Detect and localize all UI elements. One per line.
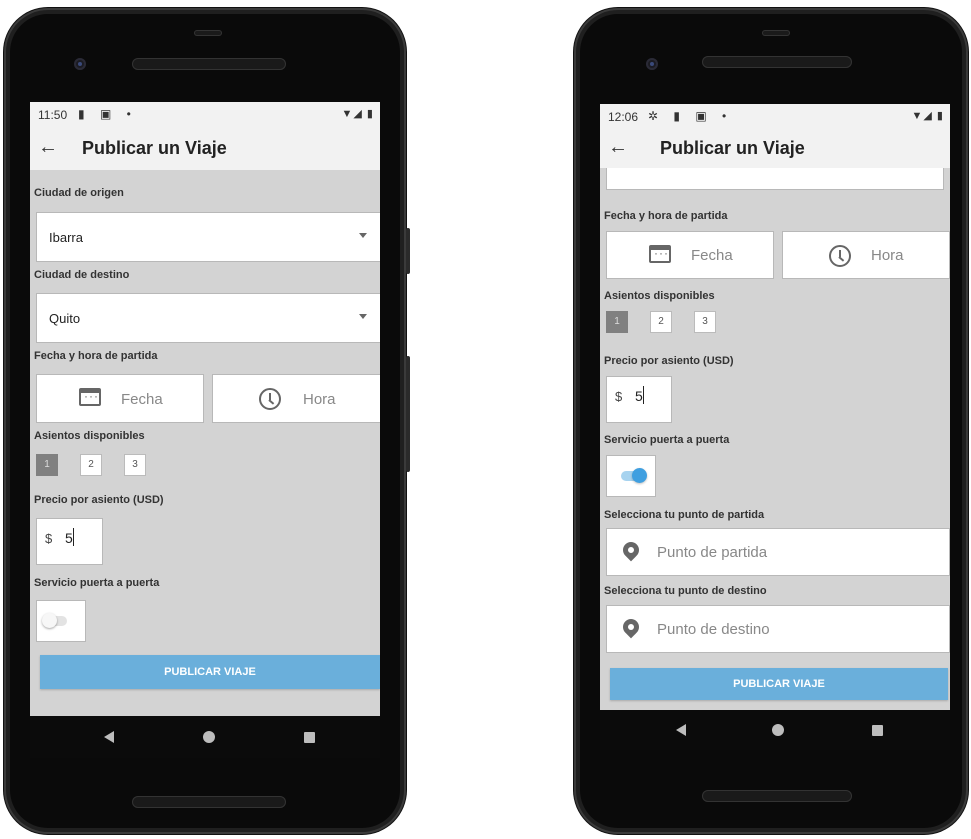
- power-button[interactable]: [406, 228, 410, 274]
- notification-icons: ✲ ▮ ▣ •: [648, 109, 733, 123]
- status-time: 11:50: [38, 108, 68, 122]
- location-pin-icon: [619, 538, 643, 562]
- door-service-label: Servicio puerta a puerta: [604, 434, 730, 446]
- volume-button[interactable]: [406, 356, 410, 472]
- end-point-label: Selecciona tu punto de destino: [604, 585, 767, 597]
- bottom-speaker: [132, 796, 286, 808]
- location-pin-icon: [619, 615, 643, 639]
- time-button-label: Hora: [303, 391, 336, 408]
- destination-label: Ciudad de destino: [34, 269, 130, 281]
- currency-symbol: $: [615, 389, 623, 404]
- signal-battery-icons: ▼◢ ▮: [341, 108, 374, 120]
- right-navigation-bar: [600, 710, 950, 750]
- right-screen: 12:06 ✲ ▮ ▣ • ▼◢ ▮ ← Publicar un Viaje F…: [600, 104, 950, 710]
- nav-recents-icon[interactable]: [872, 725, 883, 736]
- destination-select[interactable]: Quito: [36, 293, 380, 343]
- top-notch: [194, 30, 222, 36]
- calendar-icon: [649, 245, 671, 263]
- bottom-speaker: [702, 790, 852, 802]
- seats-label: Asientos disponibles: [604, 290, 715, 302]
- price-input[interactable]: $ 5: [606, 376, 672, 423]
- date-button[interactable]: Fecha: [606, 231, 774, 279]
- destination-value: Quito: [49, 311, 81, 326]
- left-screen: 11:50 ▮ ▣ • ▼◢ ▮ ← Publicar un Viaje Ciu…: [30, 102, 380, 716]
- app-bar: ← Publicar un Viaje: [600, 130, 950, 168]
- seat-option-1[interactable]: 1: [606, 311, 628, 333]
- earpiece-speaker: [132, 58, 286, 70]
- seat-option-1[interactable]: 1: [36, 454, 58, 476]
- origin-select[interactable]: Ibarra: [36, 212, 380, 262]
- clock-icon: [829, 245, 851, 267]
- text-cursor: [73, 528, 74, 546]
- price-input[interactable]: $ 5: [36, 518, 103, 565]
- price-value: 5: [635, 388, 643, 404]
- left-phone: 11:50 ▮ ▣ • ▼◢ ▮ ← Publicar un Viaje Ciu…: [4, 8, 410, 834]
- time-button[interactable]: Hora: [212, 374, 380, 423]
- clock-icon: [259, 388, 281, 410]
- seat-option-3[interactable]: 3: [124, 454, 146, 476]
- start-point-label: Selecciona tu punto de partida: [604, 509, 765, 521]
- seat-option-3[interactable]: 3: [694, 311, 716, 333]
- notification-icons: ▮ ▣ •: [78, 107, 137, 121]
- time-button-label: Hora: [871, 247, 904, 264]
- time-button[interactable]: Hora: [782, 231, 950, 279]
- nav-recents-icon[interactable]: [304, 732, 315, 743]
- status-bar: 12:06 ✲ ▮ ▣ • ▼◢ ▮: [600, 104, 950, 130]
- left-navigation-bar: [30, 716, 380, 758]
- dropdown-caret-icon: [359, 233, 367, 238]
- front-camera-icon: [74, 58, 86, 70]
- price-label: Precio por asiento (USD): [34, 494, 164, 506]
- status-time: 12:06: [608, 110, 639, 124]
- datetime-label: Fecha y hora de partida: [604, 210, 728, 222]
- nav-back-icon[interactable]: [676, 724, 686, 736]
- price-label: Precio por asiento (USD): [604, 355, 734, 367]
- scrolled-field-fragment[interactable]: [606, 166, 944, 190]
- origin-label: Ciudad de origen: [34, 187, 124, 199]
- door-service-label: Servicio puerta a puerta: [34, 577, 160, 589]
- nav-home-icon[interactable]: [203, 731, 215, 743]
- publish-button[interactable]: PUBLICAR VIAJE: [40, 655, 380, 689]
- signal-battery-icons: ▼◢ ▮: [911, 110, 944, 122]
- top-notch: [762, 30, 790, 36]
- start-point-field[interactable]: Punto de partida: [606, 528, 950, 576]
- app-bar: ← Publicar un Viaje: [30, 128, 380, 170]
- toggle-knob[interactable]: [632, 468, 647, 483]
- page-title: Publicar un Viaje: [660, 138, 805, 158]
- publish-button[interactable]: PUBLICAR VIAJE: [610, 668, 948, 700]
- front-camera-icon: [646, 58, 658, 70]
- earpiece-speaker: [702, 56, 852, 68]
- dropdown-caret-icon: [359, 314, 367, 319]
- door-service-toggle-box[interactable]: [36, 600, 86, 642]
- back-arrow-icon[interactable]: ←: [608, 136, 628, 159]
- toggle-knob[interactable]: [42, 613, 57, 628]
- nav-back-icon[interactable]: [104, 731, 114, 743]
- page-title: Publicar un Viaje: [82, 138, 227, 158]
- end-point-placeholder: Punto de destino: [657, 621, 770, 638]
- date-button-label: Fecha: [121, 391, 163, 408]
- seat-option-2[interactable]: 2: [80, 454, 102, 476]
- currency-symbol: $: [45, 531, 53, 546]
- start-point-placeholder: Punto de partida: [657, 544, 768, 561]
- seats-label: Asientos disponibles: [34, 430, 145, 442]
- door-service-toggle-box[interactable]: [606, 455, 656, 497]
- status-bar: 11:50 ▮ ▣ • ▼◢ ▮: [30, 102, 380, 128]
- calendar-icon: [79, 388, 101, 406]
- origin-value: Ibarra: [49, 230, 83, 245]
- date-button-label: Fecha: [691, 247, 733, 264]
- price-value: 5: [65, 530, 73, 546]
- date-button[interactable]: Fecha: [36, 374, 204, 423]
- back-arrow-icon[interactable]: ←: [38, 136, 58, 159]
- text-cursor: [643, 386, 644, 404]
- seat-option-2[interactable]: 2: [650, 311, 672, 333]
- end-point-field[interactable]: Punto de destino: [606, 605, 950, 653]
- right-phone: 12:06 ✲ ▮ ▣ • ▼◢ ▮ ← Publicar un Viaje F…: [574, 8, 968, 834]
- datetime-label: Fecha y hora de partida: [34, 350, 158, 362]
- nav-home-icon[interactable]: [772, 724, 784, 736]
